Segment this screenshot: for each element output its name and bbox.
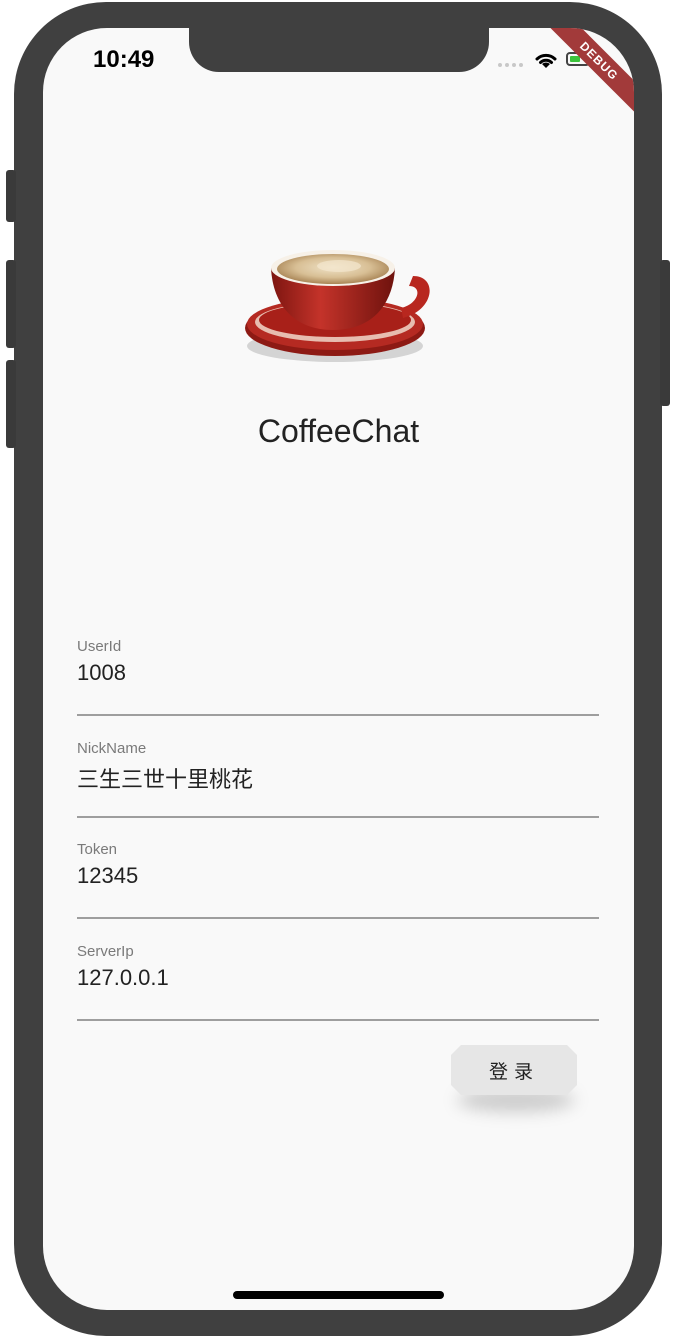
user-id-label: UserId bbox=[77, 638, 122, 655]
login-button[interactable]: 登录 bbox=[451, 1045, 577, 1095]
app-screen: 10:49 DEBUG CoffeeChat UserId 1008 NickN… bbox=[43, 28, 634, 1310]
token-label: Token bbox=[77, 841, 118, 858]
token-input[interactable]: 12345 bbox=[77, 863, 138, 889]
nickname-field[interactable]: NickName 三生三世十里桃花 bbox=[77, 740, 599, 818]
app-title: CoffeeChat bbox=[257, 413, 420, 449]
coffee-cup-icon bbox=[245, 250, 430, 362]
home-indicator[interactable] bbox=[233, 1291, 444, 1299]
volume-down-button bbox=[6, 360, 16, 448]
server-ip-field[interactable]: ServerIp 127.0.0.1 bbox=[77, 943, 599, 1021]
token-field[interactable]: Token 12345 bbox=[77, 841, 599, 919]
wifi-icon bbox=[535, 53, 557, 68]
power-button bbox=[660, 260, 670, 406]
nickname-label: NickName bbox=[77, 740, 147, 757]
notch bbox=[189, 28, 489, 72]
nickname-input[interactable]: 三生三世十里桃花 bbox=[77, 762, 253, 794]
server-ip-input[interactable]: 127.0.0.1 bbox=[77, 965, 169, 991]
user-id-field[interactable]: UserId 1008 bbox=[77, 638, 599, 716]
volume-up-button bbox=[6, 260, 16, 348]
status-time: 10:49 bbox=[93, 46, 155, 73]
server-ip-label: ServerIp bbox=[77, 943, 134, 960]
mute-switch bbox=[6, 170, 16, 222]
signal-icon bbox=[498, 63, 523, 67]
user-id-input[interactable]: 1008 bbox=[77, 660, 126, 686]
